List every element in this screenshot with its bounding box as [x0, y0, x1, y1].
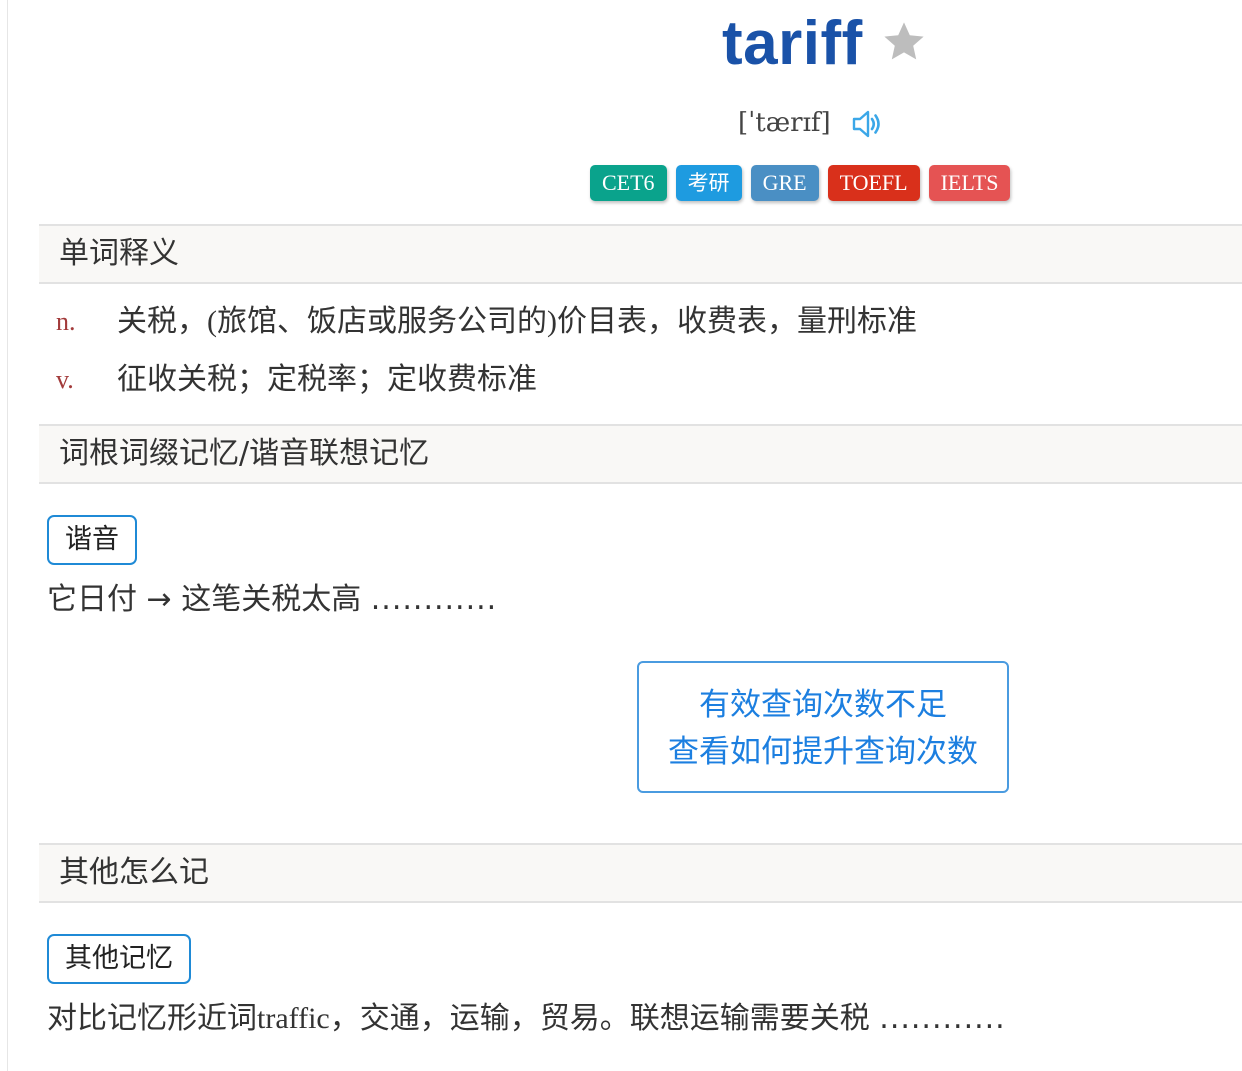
- notice-link[interactable]: 查看如何提升查询次数: [639, 730, 1007, 774]
- other-memory-text: 对比记忆形近词traffic，交通，运输，贸易。联想运输需要关税 .......…: [47, 1001, 1006, 1036]
- section-title: 单词释义: [59, 236, 179, 271]
- section-title: 词根词缀记忆/谐音联想记忆: [59, 436, 430, 471]
- section-header-root-memory: 词根词缀记忆/谐音联想记忆: [39, 424, 1242, 484]
- star-icon[interactable]: [880, 18, 928, 66]
- other-memory-tag: 其他记忆: [47, 934, 191, 984]
- query-limit-notice[interactable]: 有效查询次数不足 查看如何提升查询次数: [637, 661, 1009, 793]
- section-header-other-memory: 其他怎么记: [39, 843, 1242, 903]
- left-border: [7, 0, 8, 1071]
- part-of-speech: n.: [56, 307, 76, 336]
- speaker-icon[interactable]: [850, 106, 886, 142]
- part-of-speech: v.: [56, 365, 74, 394]
- notice-line-1: 有效查询次数不足: [699, 687, 947, 723]
- phonetic-row: [ˈtærɪf]: [0, 102, 1242, 144]
- exam-badges: CET6 考研 GRE TOEFL IELTS: [590, 165, 1011, 201]
- definition-text: 征收关税；定税率；定收费标准: [117, 362, 537, 397]
- phonetic-text: [ˈtærɪf]: [738, 108, 831, 138]
- homophone-tag: 谐音: [47, 515, 137, 565]
- truncated-dots: ............: [879, 1001, 1006, 1036]
- definition-text: 关税，(旅馆、饭店或服务公司的)价目表，收费表，量刑标准: [117, 304, 917, 339]
- word-title: tariff: [722, 9, 863, 78]
- section-header-definitions: 单词释义: [39, 224, 1242, 284]
- truncated-dots: ............: [370, 582, 498, 617]
- homophone-text: 它日付 → 这笔关税太高 ............: [47, 582, 498, 617]
- badge-toefl[interactable]: TOEFL: [827, 165, 920, 201]
- badge-gre[interactable]: GRE: [750, 165, 819, 201]
- badge-kaoyan[interactable]: 考研: [675, 165, 742, 201]
- section-title: 其他怎么记: [59, 855, 209, 890]
- badge-cet6[interactable]: CET6: [590, 165, 667, 201]
- badge-ielts[interactable]: IELTS: [928, 165, 1011, 201]
